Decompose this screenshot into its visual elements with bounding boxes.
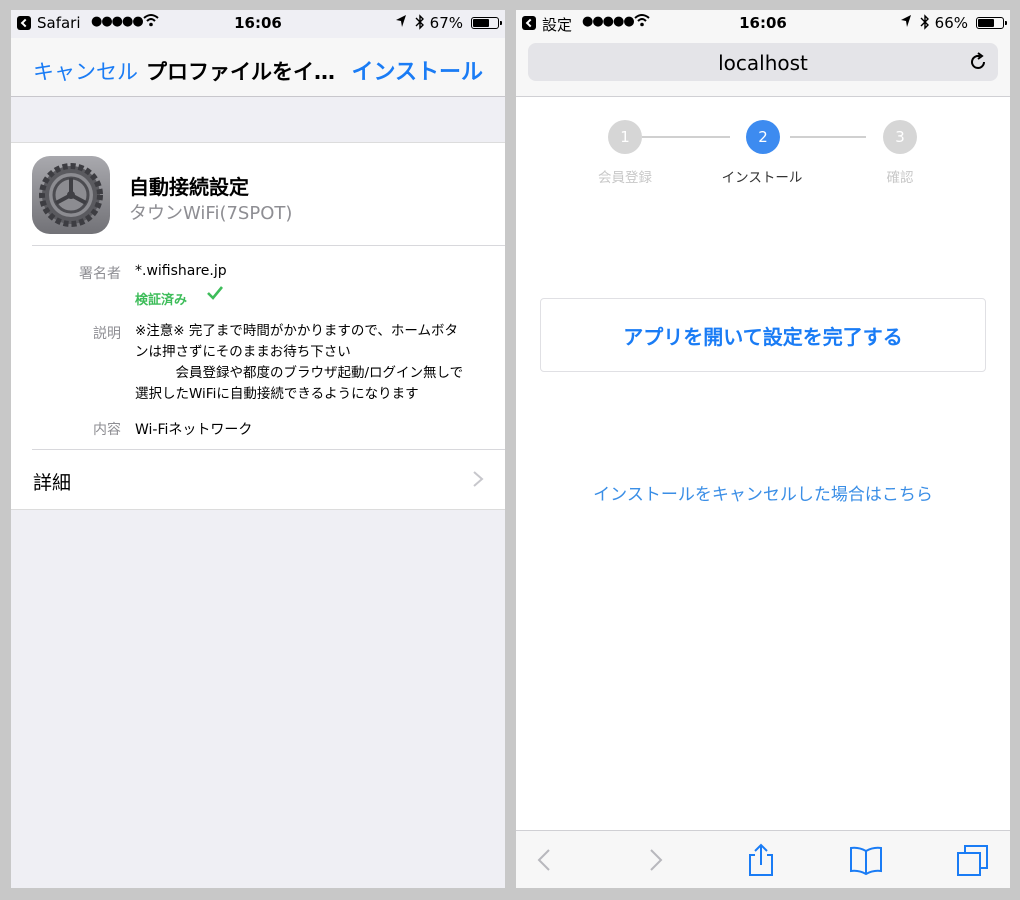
signer-value: *.wifishare.jp [135,263,227,279]
page-title: プロファイルをイ… [146,60,335,84]
tabs-icon[interactable] [956,843,990,877]
open-app-button-label: アプリを開いて設定を完了する [623,325,903,349]
location-arrow-icon [901,15,911,27]
bluetooth-icon [415,14,424,30]
forward-icon[interactable] [638,843,672,877]
bluetooth-icon [920,14,929,30]
install-button[interactable]: インストール [351,54,483,86]
contents-label: 内容 [93,422,121,438]
divider [32,245,505,246]
battery-level [978,19,994,27]
details-label: 詳細 [33,472,72,494]
description-label: 説明 [93,326,121,342]
chevron-right-icon [473,471,484,487]
description-line: 選択したWiFiに自動接続できるようになります [135,386,419,402]
battery-icon [471,17,502,29]
battery-percent: 66% [934,14,968,32]
status-bar: 設定 ●●●●● 16:06 66% [516,10,1010,38]
status-bar: Safari ●●●●● 16:06 67% [11,10,505,38]
profile-card: 自動接続設定 タウンWiFi(7SPOT) 署名者 *.wifishare.jp… [11,142,505,510]
step-2-label: インストール [721,170,803,186]
back-icon[interactable] [528,843,562,877]
description-line: ンは押さずにそのままお待ち下さい [135,344,351,360]
share-icon[interactable] [744,843,778,877]
step-1-circle: 1 [608,120,642,154]
profile-organization: タウンWiFi(7SPOT) [129,203,293,224]
description-line: ※注意※ 完了まで時間がかかりますので、ホームボタ [135,323,458,339]
bookmarks-icon[interactable] [849,843,883,877]
verified-label: 検証済み [135,293,188,308]
contents-value: Wi-Fiネットワーク [135,422,253,438]
navigation-bar: キャンセル プロファイルをイ… インストール [11,38,505,97]
checkmark-icon [207,286,224,300]
battery-level [473,19,490,27]
profile-name: 自動接続設定 [129,175,249,199]
safari-screen: 設定 ●●●●● 16:06 66% localhost 1 2 3 会員登録 … [516,10,1010,888]
address-bar[interactable]: localhost [528,43,998,81]
battery-icon [976,17,1007,29]
location-arrow-icon [396,15,406,27]
details-row[interactable]: 詳細 [11,450,505,508]
step-3-circle: 3 [883,120,917,154]
description-line: 会員登録や都度のブラウザ起動/ログイン無しで [135,365,464,381]
step-connector [790,136,866,138]
reload-icon[interactable] [968,52,988,72]
cancel-install-link[interactable]: インストールをキャンセルした場合はこちら [516,480,1010,505]
open-app-button[interactable]: アプリを開いて設定を完了する [540,298,986,372]
address-bar-area: localhost [516,38,1010,97]
step-2-circle: 2 [746,120,780,154]
step-3-label: 確認 [886,170,914,186]
step-1-label: 会員登録 [598,170,652,186]
safari-toolbar [516,830,1010,888]
install-profile-screen: Safari ●●●●● 16:06 67% キャンセル プロファイルをイ… イ… [11,10,505,888]
cancel-button[interactable]: キャンセル [33,56,138,86]
signer-label: 署名者 [79,266,121,282]
battery-percent: 67% [429,14,463,32]
url-text: localhost [718,51,808,75]
step-connector [642,136,730,138]
settings-gear-icon [32,156,110,234]
